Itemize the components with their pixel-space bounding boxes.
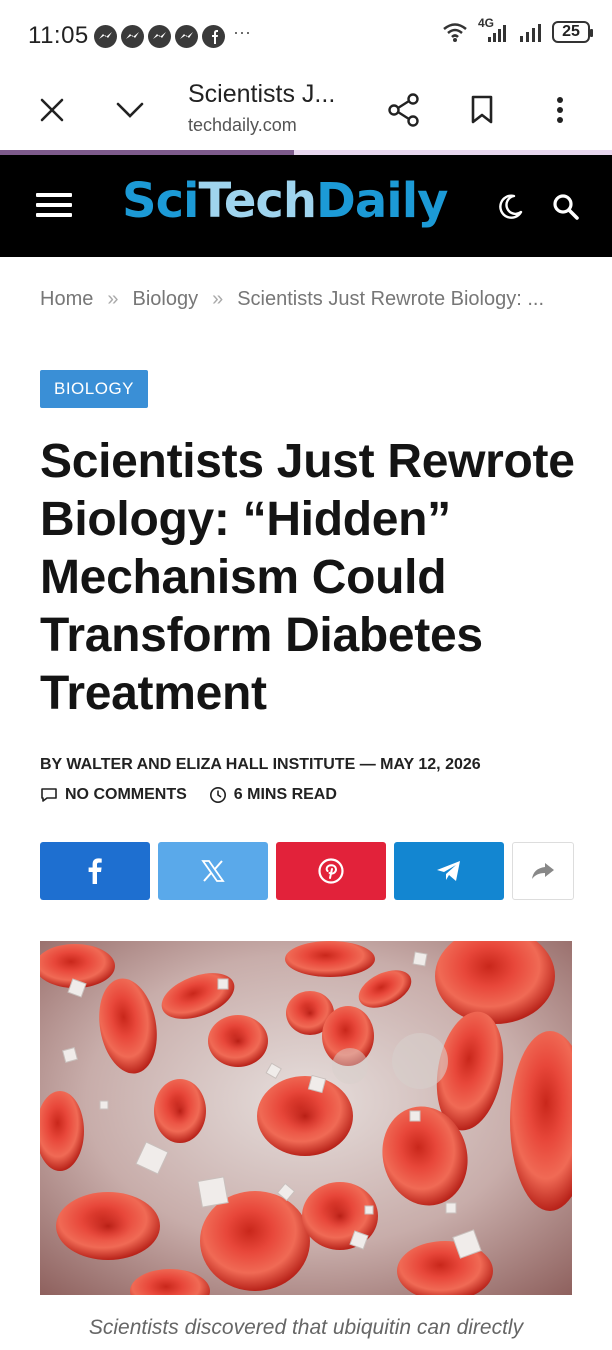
more-notifications-icon: ··· bbox=[233, 22, 251, 42]
logo-sci: Sci bbox=[122, 173, 199, 229]
read-time-label: 6 MINS READ bbox=[233, 786, 337, 803]
facebook-icon bbox=[88, 858, 102, 884]
logo-tech: Tech bbox=[198, 173, 317, 229]
share-icon[interactable] bbox=[382, 88, 426, 132]
article-hero-image[interactable] bbox=[40, 941, 572, 1295]
comment-icon bbox=[41, 788, 57, 802]
battery-icon: 25 bbox=[552, 21, 593, 43]
share-pinterest-button[interactable] bbox=[276, 842, 386, 900]
breadcrumb-section[interactable]: Biology bbox=[132, 288, 198, 310]
share-buttons bbox=[40, 842, 574, 900]
wifi-icon bbox=[443, 23, 467, 42]
breadcrumb-home[interactable]: Home bbox=[40, 288, 93, 310]
share-x-button[interactable] bbox=[158, 842, 268, 900]
clock-icon bbox=[209, 787, 226, 803]
chevron-down-icon[interactable] bbox=[108, 88, 152, 132]
cellular-signal-icon bbox=[520, 24, 541, 42]
dark-mode-icon[interactable] bbox=[494, 191, 526, 223]
pinterest-icon bbox=[318, 858, 344, 884]
breadcrumb-separator: » bbox=[212, 288, 224, 310]
comments-count: NO COMMENTS bbox=[65, 786, 187, 803]
cellular-4g-icon: 4G bbox=[476, 16, 510, 44]
red-blood-cells-illustration bbox=[40, 941, 572, 1295]
messenger-icon bbox=[175, 25, 198, 48]
category-tag[interactable]: BIOLOGY bbox=[40, 370, 149, 408]
breadcrumb: Home » Biology » Scientists Just Rewrote Bio… bbox=[40, 288, 544, 311]
forward-arrow-icon bbox=[532, 863, 554, 879]
messenger-icon bbox=[148, 25, 171, 48]
read-time: 6 MINS READ bbox=[209, 786, 337, 804]
status-bar: 11:05 ··· 4G 25 bbox=[0, 0, 612, 70]
breadcrumb-separator: » bbox=[107, 288, 119, 310]
telegram-icon bbox=[437, 861, 460, 881]
menu-icon[interactable] bbox=[36, 193, 72, 219]
article-byline: BY WALTER AND ELIZA HALL INSTITUTE — MAY… bbox=[40, 756, 481, 773]
messenger-icon bbox=[94, 25, 117, 48]
article-title: Scientists Just Rewrote Biology: “Hidden… bbox=[40, 435, 575, 720]
share-more-button[interactable] bbox=[512, 842, 574, 900]
image-caption: Scientists discovered that ubiquitin can… bbox=[88, 1316, 524, 1339]
status-time: 11:05 bbox=[28, 22, 89, 49]
notification-icons bbox=[94, 25, 225, 48]
x-icon bbox=[201, 860, 225, 882]
article-meta: NO COMMENTS 6 MINS READ bbox=[40, 786, 359, 804]
close-icon[interactable] bbox=[30, 88, 74, 132]
tab-title[interactable]: Scientists J... bbox=[188, 80, 335, 109]
site-logo[interactable]: SciTechDaily bbox=[122, 173, 448, 229]
overflow-menu-icon[interactable] bbox=[538, 88, 582, 132]
share-facebook-button[interactable] bbox=[40, 842, 150, 900]
browser-toolbar: Scientists J... techdaily.com bbox=[0, 70, 612, 150]
comments-link[interactable]: NO COMMENTS bbox=[40, 786, 187, 804]
site-header: SciTechDaily bbox=[0, 155, 612, 257]
page-url[interactable]: techdaily.com bbox=[188, 115, 297, 136]
logo-daily: Daily bbox=[316, 173, 448, 229]
search-icon[interactable] bbox=[550, 191, 582, 223]
messenger-icon bbox=[121, 25, 144, 48]
facebook-icon bbox=[202, 25, 225, 48]
bookmark-icon[interactable] bbox=[460, 88, 504, 132]
share-telegram-button[interactable] bbox=[394, 842, 504, 900]
breadcrumb-current: Scientists Just Rewrote Biology: ... bbox=[237, 288, 545, 310]
system-icons: 4G 25 bbox=[442, 16, 593, 44]
